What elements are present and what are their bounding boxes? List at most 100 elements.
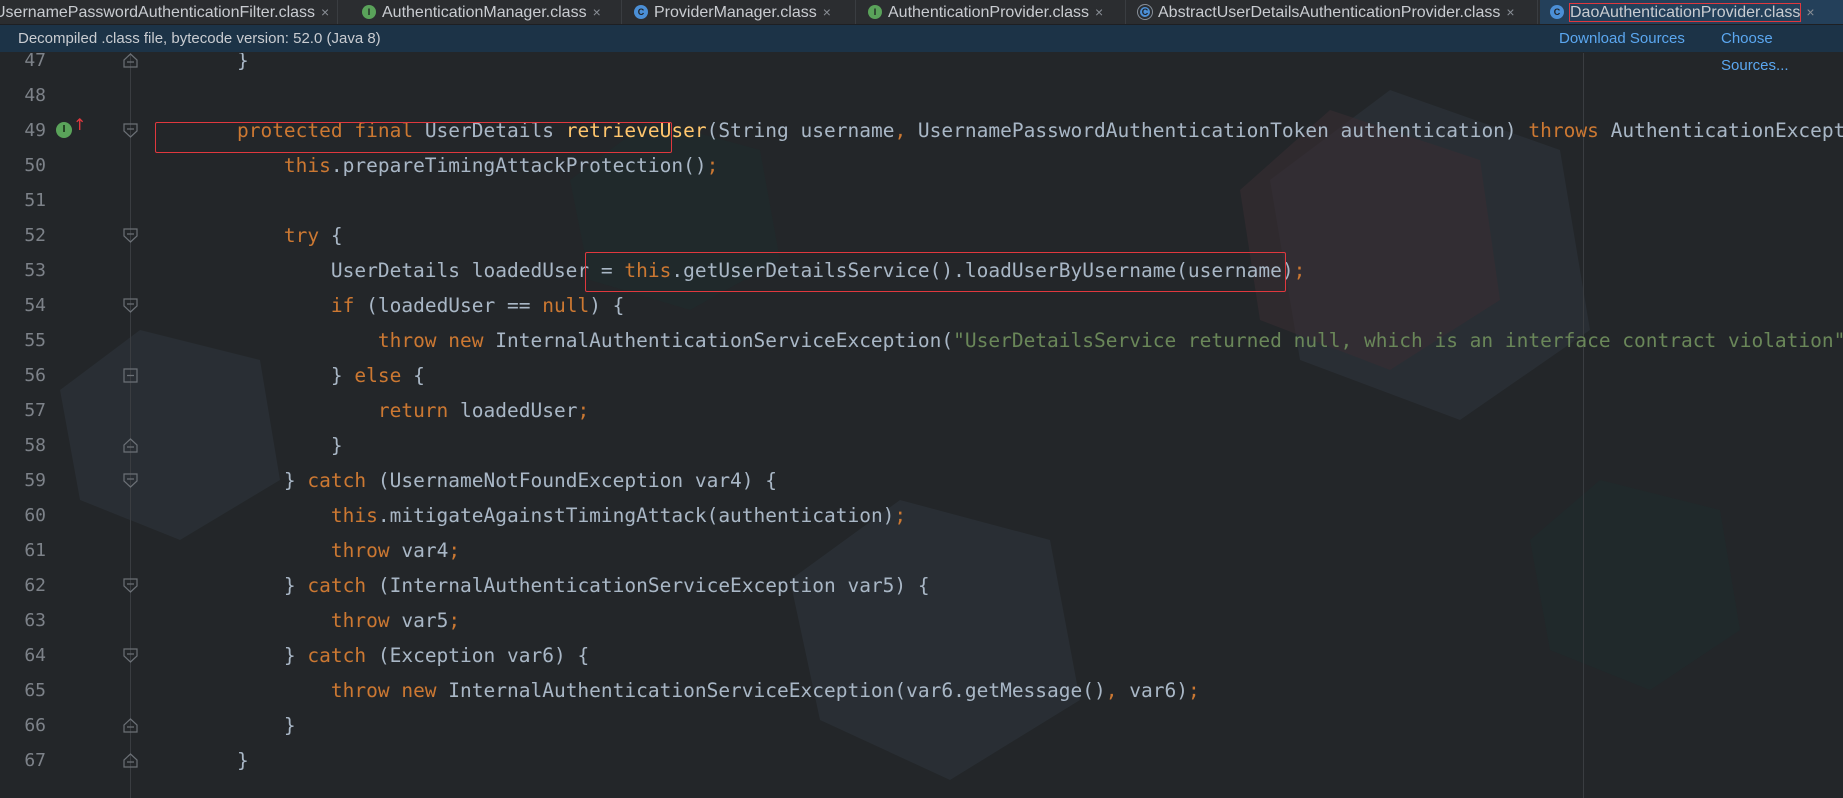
close-icon[interactable]: ×: [321, 4, 329, 20]
code-line[interactable]: 57 return loadedUser;: [0, 393, 1843, 428]
keyword-token: this: [283, 154, 331, 177]
line-number[interactable]: 63: [0, 603, 46, 638]
code-text[interactable]: try {: [190, 218, 343, 253]
line-number[interactable]: 57: [0, 393, 46, 428]
line-number[interactable]: 61: [0, 533, 46, 568]
code-line[interactable]: 58 }: [0, 428, 1843, 463]
fold-start-icon[interactable]: [123, 228, 138, 243]
line-number[interactable]: 50: [0, 148, 46, 183]
keyword-token: ;: [1293, 259, 1306, 282]
keyword-token: ;: [577, 399, 590, 422]
code-line[interactable]: 47 }: [0, 53, 1843, 78]
code-text[interactable]: } catch (UsernameNotFoundException var4)…: [190, 463, 777, 498]
code-text[interactable]: } catch (Exception var6) {: [190, 638, 589, 673]
fold-start-icon[interactable]: [123, 578, 138, 593]
code-line[interactable]: 55 throw new InternalAuthenticationServi…: [0, 323, 1843, 358]
code-line[interactable]: 53 UserDetails loadedUser = this.getUser…: [0, 253, 1843, 288]
tab-providermanager[interactable]: C ProviderManager.class ×: [624, 0, 856, 24]
tab-daoauthenticationprovider[interactable]: C DaoAuthenticationProvider.class ×: [1540, 0, 1843, 24]
code-line[interactable]: 48: [0, 78, 1843, 113]
fold-start-icon[interactable]: [123, 473, 138, 488]
code-text[interactable]: return loadedUser;: [190, 393, 589, 428]
editor-tab-bar: UsernamePasswordAuthenticationFilter.cla…: [0, 0, 1843, 25]
line-number[interactable]: 66: [0, 708, 46, 743]
close-icon[interactable]: ×: [1095, 4, 1103, 20]
fold-end-icon[interactable]: [123, 438, 138, 453]
code-token: (UsernameNotFoundException var4) {: [377, 469, 778, 492]
fold-start-icon[interactable]: [123, 123, 138, 138]
code-line[interactable]: 65 throw new InternalAuthenticationServi…: [0, 673, 1843, 708]
keyword-token: ;: [1187, 679, 1200, 702]
code-text[interactable]: } else {: [190, 358, 425, 393]
line-number[interactable]: 55: [0, 323, 46, 358]
fold-end-icon[interactable]: [123, 53, 138, 68]
line-number[interactable]: 65: [0, 673, 46, 708]
code-line[interactable]: 67 }: [0, 743, 1843, 778]
keyword-token: throw new: [377, 329, 496, 352]
line-number[interactable]: 54: [0, 288, 46, 323]
code-text[interactable]: }: [190, 743, 249, 778]
tab-authenticationprovider[interactable]: I AuthenticationProvider.class ×: [858, 0, 1126, 24]
code-line[interactable]: 61 throw var4;: [0, 533, 1843, 568]
line-number[interactable]: 48: [0, 78, 46, 113]
line-number[interactable]: 64: [0, 638, 46, 673]
code-text[interactable]: this.prepareTimingAttackProtection();: [190, 148, 718, 183]
close-icon[interactable]: ×: [593, 4, 601, 20]
close-icon[interactable]: ×: [823, 4, 831, 20]
line-number[interactable]: 62: [0, 568, 46, 603]
code-token: }: [190, 434, 343, 457]
tab-label: DaoAuthenticationProvider.class: [1568, 3, 1802, 22]
code-line[interactable]: 59 } catch (UsernameNotFoundException va…: [0, 463, 1843, 498]
code-line[interactable]: 56 } else {: [0, 358, 1843, 393]
implements-method-icon[interactable]: I: [56, 122, 72, 138]
fold-mid-icon[interactable]: [123, 368, 138, 383]
code-text[interactable]: throw new InternalAuthenticationServiceE…: [190, 323, 1843, 358]
code-line[interactable]: 60 this.mitigateAgainstTimingAttack(auth…: [0, 498, 1843, 533]
code-line[interactable]: 49 I ↑ protected final UserDetails retriev…: [0, 113, 1843, 148]
download-sources-link[interactable]: Download Sources: [1559, 25, 1685, 52]
code-text[interactable]: throw new InternalAuthenticationServiceE…: [190, 673, 1200, 708]
code-line[interactable]: 62 } catch (InternalAuthenticationServic…: [0, 568, 1843, 603]
line-number[interactable]: 49: [0, 113, 46, 148]
close-icon[interactable]: ×: [1806, 4, 1814, 20]
line-number[interactable]: 53: [0, 253, 46, 288]
code-line[interactable]: 50 this.prepareTimingAttackProtection();: [0, 148, 1843, 183]
line-number[interactable]: 47: [0, 53, 46, 78]
line-number[interactable]: 51: [0, 183, 46, 218]
code-text[interactable]: this.mitigateAgainstTimingAttack(authent…: [190, 498, 906, 533]
code-text[interactable]: }: [190, 428, 343, 463]
code-text[interactable]: throw var5;: [190, 603, 460, 638]
tab-authenticationmanager[interactable]: I AuthenticationManager.class ×: [352, 0, 622, 24]
code-line[interactable]: 63 throw var5;: [0, 603, 1843, 638]
code-text[interactable]: protected final UserDetails retrieveUser…: [190, 113, 1843, 148]
code-line[interactable]: 66 }: [0, 708, 1843, 743]
fold-start-icon[interactable]: [123, 648, 138, 663]
code-line[interactable]: 52 try {: [0, 218, 1843, 253]
code-line[interactable]: 51: [0, 183, 1843, 218]
line-number[interactable]: 56: [0, 358, 46, 393]
code-text[interactable]: }: [190, 53, 249, 78]
line-number[interactable]: 59: [0, 463, 46, 498]
line-number[interactable]: 52: [0, 218, 46, 253]
line-number[interactable]: 60: [0, 498, 46, 533]
code-editor[interactable]: 47 } 48 49 I ↑ protected final UserDetails r…: [0, 53, 1843, 798]
close-icon[interactable]: ×: [1506, 4, 1514, 20]
fold-end-icon[interactable]: [123, 753, 138, 768]
code-text[interactable]: UserDetails loadedUser = this.getUserDet…: [190, 253, 1305, 288]
code-line[interactable]: 54 if (loadedUser == null) {: [0, 288, 1843, 323]
code-line[interactable]: 64 } catch (Exception var6) {: [0, 638, 1843, 673]
override-arrow-icon[interactable]: ↑: [73, 117, 86, 133]
code-text[interactable]: } catch (InternalAuthenticationServiceEx…: [190, 568, 930, 603]
fold-start-icon[interactable]: [123, 298, 138, 313]
line-number[interactable]: 67: [0, 743, 46, 778]
code-text[interactable]: }: [190, 708, 296, 743]
code-text[interactable]: throw var4;: [190, 533, 460, 568]
fold-end-icon[interactable]: [123, 718, 138, 733]
line-number[interactable]: 58: [0, 428, 46, 463]
code-text[interactable]: if (loadedUser == null) {: [190, 288, 625, 323]
tab-abstractuserdetailsauthenticationprovider[interactable]: C AbstractUserDetailsAuthenticationProvid…: [1128, 0, 1538, 24]
tab-usernamepasswordauthenticationfilter[interactable]: UsernamePasswordAuthenticationFilter.cla…: [0, 0, 338, 24]
